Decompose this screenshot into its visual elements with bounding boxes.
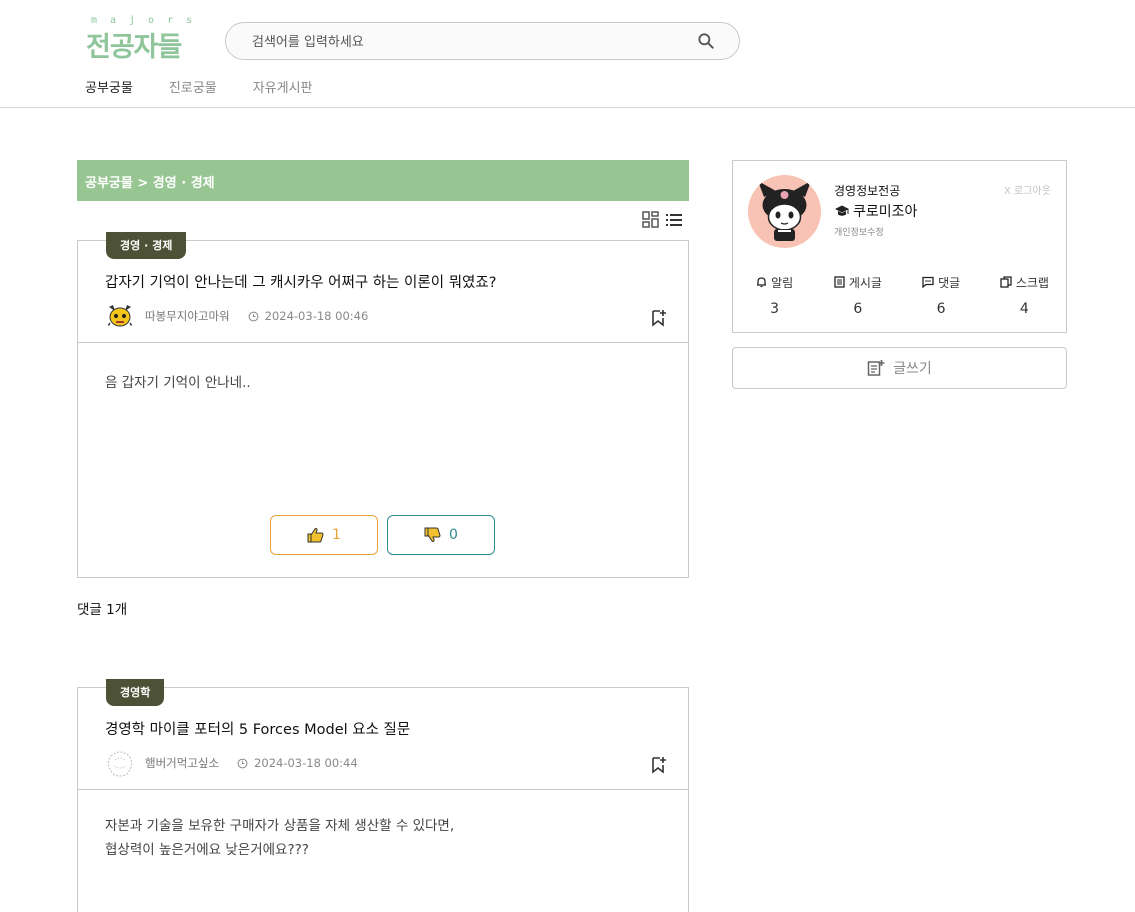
post-meta: 햄버거먹고싶소 2024-03-18 00:44: [105, 748, 358, 778]
nav-item-study[interactable]: 공부궁물: [85, 77, 133, 96]
grid-view-icon[interactable]: [642, 211, 659, 228]
dislike-count: 0: [449, 527, 458, 543]
write-post-icon: [867, 360, 885, 376]
site-header: majors 전공자들 공부궁물 진로궁물 자유게시판: [0, 0, 1135, 108]
post-card[interactable]: 경영 · 경제 갑자기 기억이 안나는데 그 캐시카우 어쩌구 하는 이론이 뭐…: [77, 232, 689, 578]
search-icon[interactable]: [696, 31, 716, 51]
site-logo[interactable]: majors 전공자들: [86, 15, 196, 63]
comment-count: 댓글 1개: [77, 602, 128, 618]
profile-avatar: [748, 175, 821, 248]
like-count: 1: [332, 527, 341, 543]
dislike-button[interactable]: 0: [387, 515, 495, 555]
stat-notifications[interactable]: 알림 3: [733, 273, 816, 317]
logout-button[interactable]: X 로그아웃: [1004, 182, 1051, 197]
thumbs-down-icon: [424, 527, 441, 542]
post-body-line: 음 갑자기 기억이 안나네..: [105, 375, 251, 391]
post-body: 자본과 기술을 보유한 구매자가 상품을 자체 생산할 수 있다면, 협상력이 …: [105, 814, 454, 862]
nav-item-free-board[interactable]: 자유게시판: [253, 77, 313, 96]
chat-icon: [922, 276, 934, 288]
logo-title: 전공자들: [86, 32, 182, 63]
post-date: 2024-03-18 00:46: [264, 309, 369, 323]
stat-label: 게시글: [848, 275, 882, 290]
author-avatar: [105, 748, 135, 778]
search-bar: [225, 22, 740, 60]
post-title[interactable]: 갑자기 기억이 안나는데 그 캐시카우 어쩌구 하는 이론이 뭐였죠?: [105, 271, 496, 292]
divider: [78, 342, 688, 343]
graduation-cap-icon: [835, 205, 849, 216]
clock-icon: [248, 311, 259, 321]
post-meta: 따봉무지야고마워 2024-03-18 00:46: [105, 301, 368, 331]
document-icon: [834, 276, 845, 288]
like-button[interactable]: 1: [270, 515, 378, 555]
write-post-label: 글쓰기: [893, 361, 932, 377]
stat-label: 댓글: [938, 275, 961, 290]
stat-value: 3: [770, 301, 780, 317]
nav-item-career[interactable]: 진로궁물: [169, 77, 217, 96]
main-nav: 공부궁물 진로궁물 자유게시판: [85, 77, 349, 96]
edit-profile-link[interactable]: 개인정보수정: [834, 225, 884, 238]
bookmark-add-icon[interactable]: [651, 309, 667, 327]
profile-card: 경영정보전공 쿠로미조아 개인정보수정 X 로그아웃 알림 3 게시글 6 댓글…: [732, 160, 1067, 333]
category-tag: 경영학: [106, 679, 165, 706]
stat-value: 6: [936, 301, 946, 317]
copy-icon: [1000, 276, 1012, 288]
profile-nickname: 쿠로미조아: [834, 201, 917, 221]
stat-scraps[interactable]: 스크랩 4: [983, 273, 1066, 317]
thumbs-up-icon: [307, 528, 324, 543]
stat-value: 6: [853, 301, 863, 317]
stat-label: 스크랩: [1015, 275, 1049, 290]
post-card[interactable]: 경영학 경영학 마이클 포터의 5 Forces Model 요소 질문 햄버거…: [77, 679, 689, 912]
stat-value: 4: [1019, 301, 1029, 317]
view-toggle: [642, 211, 683, 228]
post-title[interactable]: 경영학 마이클 포터의 5 Forces Model 요소 질문: [105, 718, 410, 739]
stat-posts[interactable]: 게시글 6: [816, 273, 899, 317]
nickname-text: 쿠로미조아: [853, 204, 918, 220]
profile-major: 경영정보전공: [834, 184, 901, 198]
bell-icon: [757, 277, 767, 288]
author-name[interactable]: 햄버거먹고싶소: [145, 755, 219, 771]
post-body: 음 갑자기 기억이 안나네..: [105, 371, 251, 395]
stat-label: 알림: [771, 275, 794, 290]
breadcrumb: 공부궁물 > 경영 · 경제: [77, 160, 689, 201]
author-avatar: [105, 301, 135, 331]
post-body-line: 자본과 기술을 보유한 구매자가 상품을 자체 생산할 수 있다면,: [105, 818, 455, 834]
bookmark-add-icon[interactable]: [651, 756, 667, 774]
author-name[interactable]: 따봉무지야고마워: [145, 308, 230, 324]
category-tag: 경영 · 경제: [106, 232, 187, 259]
post-date: 2024-03-18 00:44: [254, 756, 358, 770]
clock-icon: [237, 758, 248, 768]
search-input[interactable]: [252, 32, 682, 52]
stat-comments[interactable]: 댓글 6: [900, 273, 983, 317]
list-view-icon[interactable]: [665, 211, 683, 228]
write-post-button[interactable]: 글쓰기: [732, 347, 1067, 389]
divider: [78, 789, 688, 790]
post-body-line: 협상력이 높은거에요 낮은거에요???: [105, 842, 309, 858]
profile-stats: 알림 3 게시글 6 댓글 6 스크랩 4: [733, 273, 1066, 317]
